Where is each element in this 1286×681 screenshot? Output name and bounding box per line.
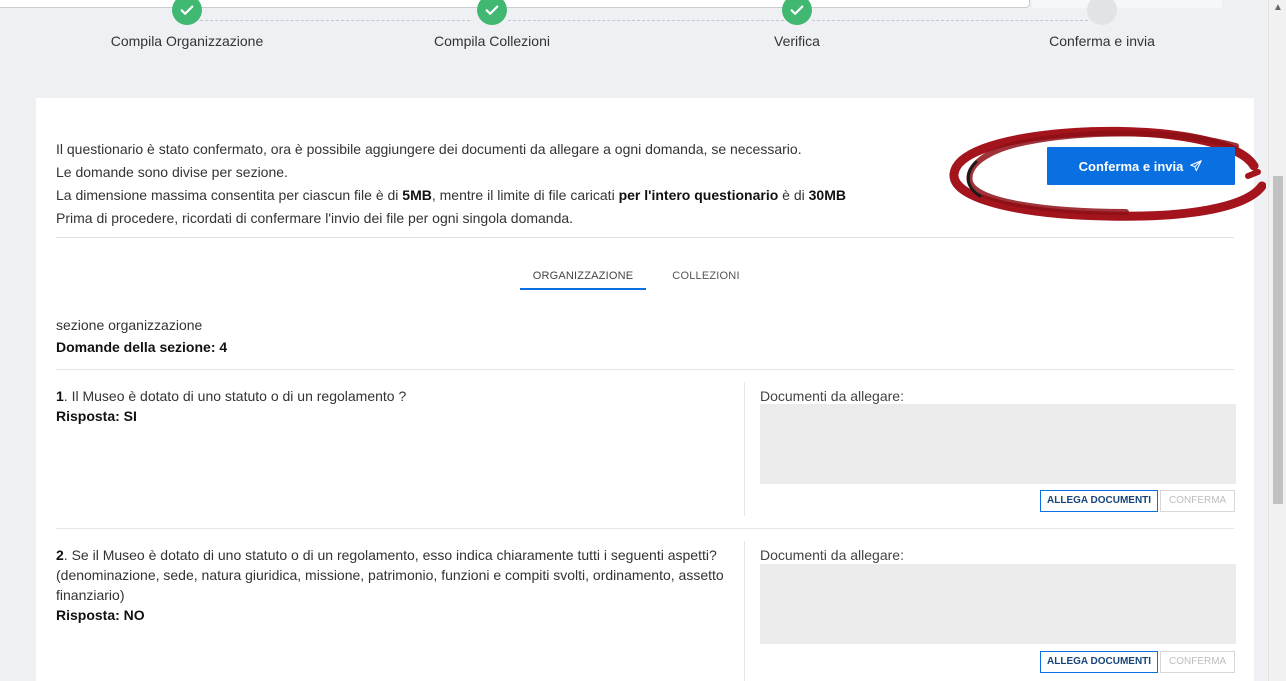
progress-stepper: Compila Organizzazione Compila Collezion…	[0, 0, 1268, 90]
allega-documenti-button[interactable]: ALLEGA DOCUMENTI	[1040, 490, 1159, 512]
intro-text: Il questionario è stato confermato, ora …	[56, 138, 916, 230]
intro-text-part: , mentre il limite di file caricati	[431, 187, 619, 203]
conferma-button-disabled[interactable]: CONFERMA	[1160, 651, 1236, 673]
intro-line-4: Prima di procedere, ricordati di conferm…	[56, 210, 574, 226]
conferma-e-invia-label: Conferma e invia	[1078, 158, 1184, 174]
question-body: . Il Museo è dotato di uno statuto o di …	[63, 388, 407, 404]
allega-documenti-button[interactable]: ALLEGA DOCUMENTI	[1040, 651, 1159, 673]
section-tabs: ORGANIZZAZIONE COLLEZIONI	[36, 264, 1254, 294]
question-text: 1. Il Museo è dotato di uno statuto o di…	[56, 386, 736, 406]
question-2: 2. Se il Museo è dotato di uno statuto o…	[56, 545, 736, 625]
intro-line-1: Il questionario è stato confermato, ora …	[56, 141, 802, 157]
step-label: Compila Organizzazione	[110, 33, 264, 49]
send-icon	[1190, 160, 1203, 172]
main-card: Il questionario è stato confermato, ora …	[36, 98, 1266, 681]
scroll-up-arrow-icon[interactable]: ▲	[1269, 2, 1286, 13]
question-answer: Risposta: SI	[56, 408, 137, 424]
divider	[56, 237, 1234, 238]
step-compila-collezioni[interactable]: Compila Collezioni	[362, 0, 622, 49]
intro-line-3: La dimensione massima consentita per cia…	[56, 184, 916, 207]
vertical-scrollbar[interactable]: ▲	[1268, 0, 1286, 681]
column-separator	[744, 382, 745, 516]
total-size-limit: 30MB	[808, 187, 846, 203]
question-body: . Se il Museo è dotato di uno statuto o …	[56, 547, 724, 603]
divider	[56, 369, 1234, 370]
intro-line-2: Le domande sono divise per sezione.	[56, 164, 288, 180]
question-1: 1. Il Museo è dotato di uno statuto o di…	[56, 386, 736, 426]
section-name: sezione organizzazione	[56, 317, 203, 333]
tab-organizzazione[interactable]: ORGANIZZAZIONE	[520, 264, 646, 290]
max-file-size: 5MB	[402, 187, 432, 203]
intro-emphasis: per l'intero questionario	[618, 187, 779, 203]
question-number: 1	[56, 388, 64, 404]
docs-label: Documenti da allegare:	[760, 547, 904, 563]
section-question-count: Domande della sezione: 4	[56, 339, 228, 355]
step-verifica[interactable]: Verifica	[667, 0, 927, 49]
step-label: Verifica	[774, 33, 820, 49]
question-number: 2	[56, 547, 64, 563]
intro-text-part: La dimensione massima consentita per cia…	[56, 187, 403, 203]
question-answer: Risposta: NO	[56, 607, 145, 623]
step-conferma-e-invia[interactable]: Conferma e invia	[972, 0, 1232, 49]
documents-dropzone[interactable]	[760, 564, 1236, 644]
divider	[56, 528, 1234, 529]
conferma-e-invia-button[interactable]: Conferma e invia	[1047, 147, 1235, 185]
check-circle-icon	[477, 0, 507, 25]
documents-dropzone[interactable]	[760, 404, 1236, 484]
column-separator	[744, 541, 745, 681]
question-text: 2. Se il Museo è dotato di uno statuto o…	[56, 545, 736, 605]
scrollbar-thumb[interactable]	[1273, 176, 1283, 504]
tab-collezioni[interactable]: COLLEZIONI	[666, 264, 746, 290]
conferma-button-disabled[interactable]: CONFERMA	[1160, 490, 1236, 512]
step-label: Conferma e invia	[1049, 33, 1155, 49]
step-compila-organizzazione[interactable]: Compila Organizzazione	[57, 0, 317, 49]
pending-circle-icon	[1087, 0, 1117, 25]
intro-text-part: è di	[778, 187, 809, 203]
check-circle-icon	[172, 0, 202, 25]
check-circle-icon	[782, 0, 812, 25]
docs-label: Documenti da allegare:	[760, 388, 904, 404]
step-label: Compila Collezioni	[434, 33, 550, 49]
